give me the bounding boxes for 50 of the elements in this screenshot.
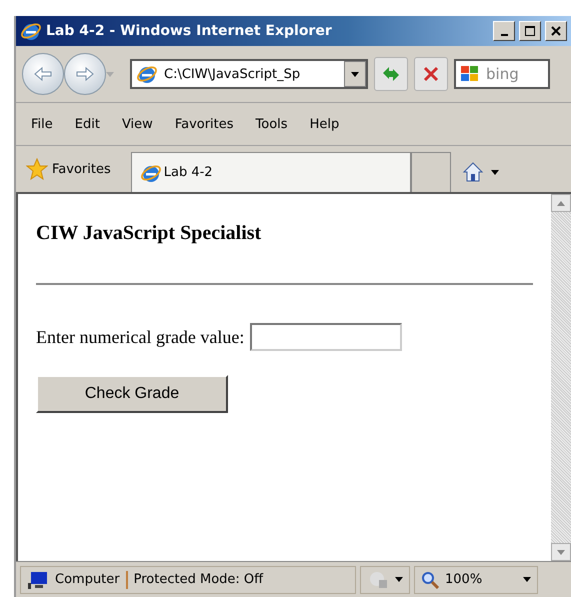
favorites-button[interactable]: Favorites <box>22 151 115 187</box>
cross-icon <box>423 66 439 82</box>
lock-icon <box>367 570 389 590</box>
caret-icon <box>351 72 359 76</box>
field-label: Enter numerical grade value: <box>36 326 244 348</box>
page-heading: CIW JavaScript Specialist <box>36 222 262 245</box>
zone-text: Computer <box>55 572 120 587</box>
down-triangle-icon <box>557 550 565 554</box>
scrollbar[interactable] <box>551 194 571 561</box>
close-button[interactable] <box>545 21 567 41</box>
minimize-button[interactable] <box>493 21 515 41</box>
minimize-icon <box>500 34 508 36</box>
check-grade-button[interactable]: Check Grade <box>36 375 228 413</box>
protected-mode-text: Protected Mode: Off <box>134 572 264 587</box>
stop-button[interactable] <box>414 57 448 91</box>
scroll-up-button[interactable] <box>551 194 571 212</box>
refresh-arrows-icon <box>381 65 401 83</box>
address-field[interactable]: C:\CIW\JavaScript_Sp <box>130 59 368 89</box>
right-arrow-icon <box>75 66 95 82</box>
caret-icon <box>395 577 403 582</box>
menu-item[interactable]: View <box>112 114 162 134</box>
refresh-button[interactable] <box>374 57 408 91</box>
magnifier-icon <box>421 570 439 588</box>
maximize-button[interactable] <box>519 21 541 41</box>
menu-item[interactable]: Tools <box>246 114 297 134</box>
scroll-down-button[interactable] <box>551 543 571 561</box>
up-triangle-icon <box>557 200 565 206</box>
caret-icon <box>523 577 531 582</box>
star-icon <box>26 158 48 180</box>
history-caret-icon <box>106 72 114 76</box>
left-arrow-icon <box>33 66 53 82</box>
maximize-icon <box>525 26 535 36</box>
forward-button[interactable] <box>64 53 106 95</box>
caret-icon <box>490 170 499 174</box>
menu-item[interactable]: Edit <box>66 114 109 134</box>
home-icon <box>460 160 485 184</box>
close-icon <box>551 26 561 36</box>
search-field[interactable]: bing <box>454 59 550 89</box>
menu-item[interactable]: File <box>22 114 62 134</box>
computer-icon <box>27 570 49 588</box>
grade-input-field[interactable] <box>250 323 402 351</box>
menu-item[interactable]: Help <box>300 114 348 134</box>
address-dropdown-button[interactable] <box>344 61 366 87</box>
window-title: Lab 4-2 - Windows Internet Explorer <box>46 23 333 39</box>
menu-item[interactable]: Favorites <box>166 114 243 134</box>
back-button[interactable] <box>22 53 64 95</box>
zoom-button[interactable]: 100% <box>414 566 538 594</box>
new-tab-button[interactable] <box>410 152 451 192</box>
security-button[interactable] <box>360 566 410 594</box>
browser-tab[interactable]: Lab 4-2 <box>130 152 411 192</box>
